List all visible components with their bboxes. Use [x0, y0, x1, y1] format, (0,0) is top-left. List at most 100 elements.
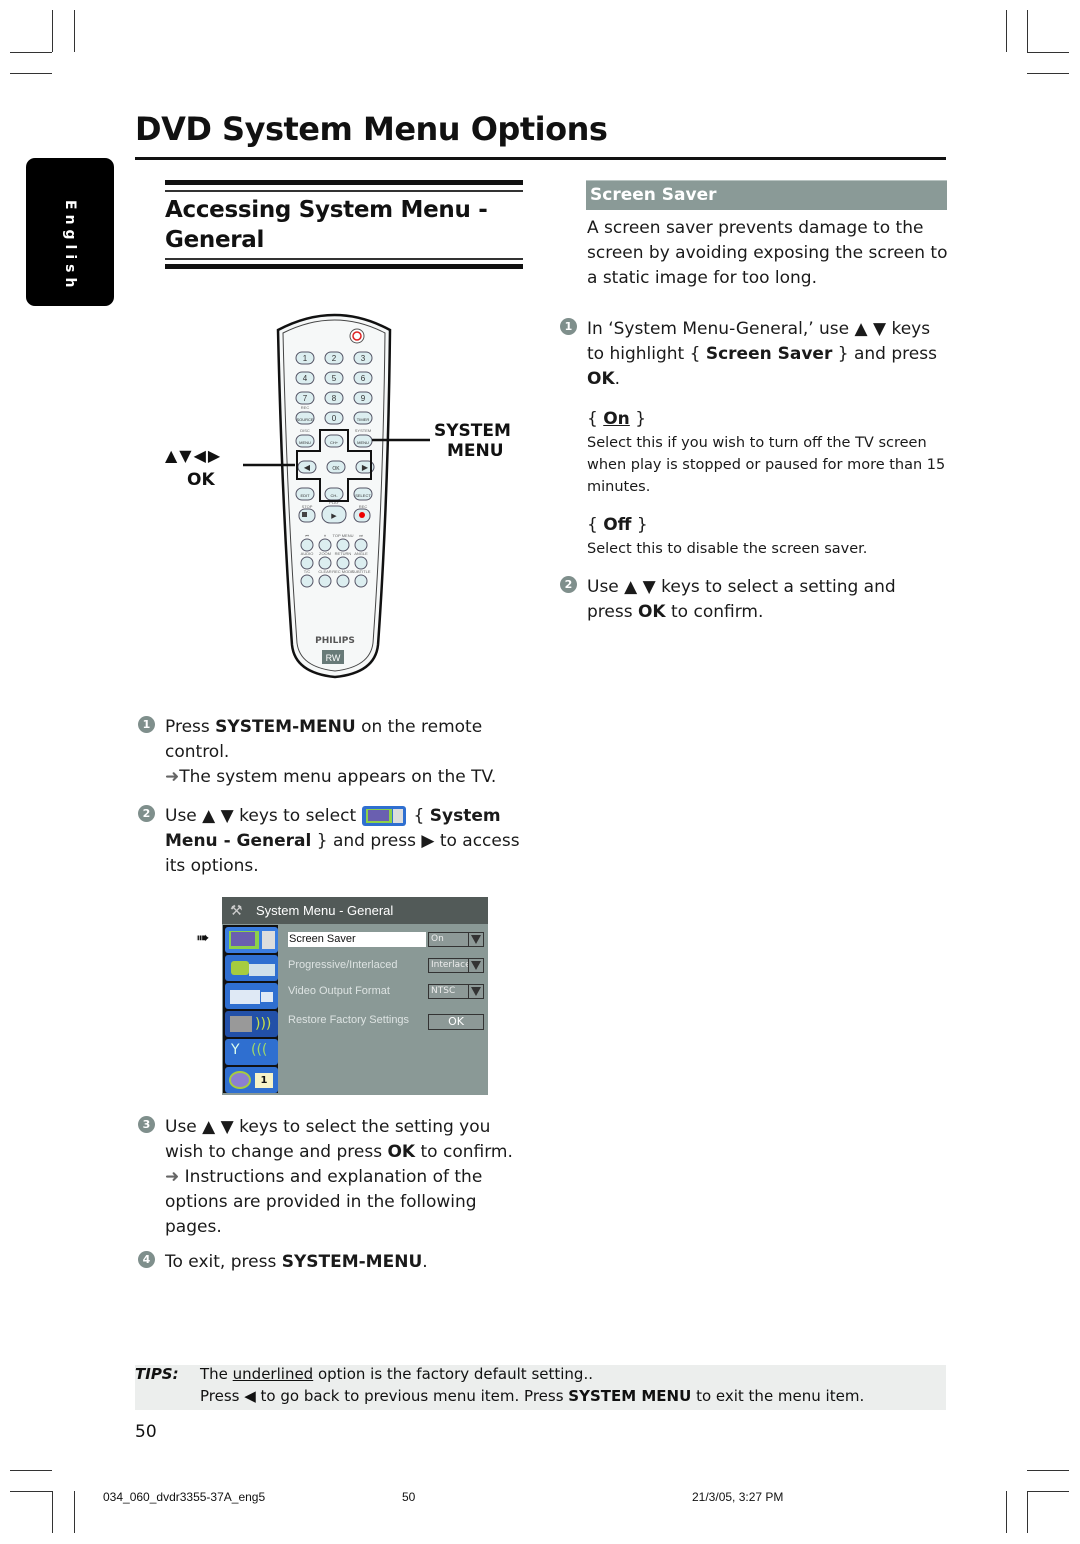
svg-text:STOP: STOP — [302, 504, 313, 509]
svg-text:4: 4 — [303, 374, 308, 383]
heading-rule — [165, 190, 523, 192]
nav-keys-callout: ▲▼◀▶ — [165, 446, 223, 465]
step-result: The system menu appears on the TV. — [179, 767, 497, 787]
osd-title-bar: ⚒ System Menu - General — [222, 897, 488, 924]
svg-text:CH-: CH- — [330, 493, 338, 498]
crop-mark — [10, 1470, 52, 1471]
svg-text:SYSTEM: SYSTEM — [355, 428, 371, 433]
remote-control-illustration: 1 2 3 4 5 6 7 8 9 SOURCE 0 TIMER MENU CH+ MENU ◀ OK… — [150, 305, 530, 685]
text: to confirm. — [415, 1142, 513, 1162]
osd-row-video-output[interactable]: Video Output Format — [288, 985, 390, 997]
ok-callout: OK — [187, 470, 215, 490]
key-name: OK — [387, 1142, 416, 1162]
video-output-select[interactable]: NTSC — [428, 984, 484, 999]
crop-mark — [10, 52, 52, 53]
crop-mark — [10, 1491, 52, 1492]
svg-text:6: 6 — [361, 374, 366, 383]
crop-mark — [10, 73, 52, 74]
option-off-desc: Select this to disable the screen saver. — [587, 541, 868, 557]
step-1-text: Press SYSTEM-MENU on the remote control.… — [165, 715, 525, 790]
step-number: 1 — [138, 716, 155, 733]
tips-label: TIPS: — [135, 1365, 179, 1383]
progressive-select[interactable]: Interlaced — [428, 958, 484, 973]
option-on-label: { On } — [587, 409, 647, 429]
dropdown-arrow-icon — [468, 985, 483, 998]
antenna-icon[interactable]: Y((( — [225, 1039, 278, 1065]
osd-title: System Menu - General — [256, 903, 394, 918]
svg-text:⏮: ⏮ — [305, 533, 309, 538]
svg-text:AUDIO: AUDIO — [301, 551, 314, 556]
dropdown-arrow-icon — [468, 959, 483, 972]
step-number: 2 — [138, 805, 155, 822]
page-title: DVD System Menu Options — [135, 110, 608, 148]
text: . — [422, 1252, 428, 1272]
result-arrow-icon: ➜ — [165, 767, 180, 787]
text: { — [413, 806, 430, 826]
section-title: Screen Saver — [590, 185, 717, 205]
text: Use ▲ ▼ keys to select — [165, 806, 362, 826]
svg-text:ZOOM: ZOOM — [319, 551, 331, 556]
step-4-text: To exit, press SYSTEM-MENU. — [165, 1250, 527, 1275]
step-number: 3 — [138, 1116, 155, 1133]
heading-rule — [165, 264, 523, 269]
heading-rule — [165, 180, 523, 185]
heading-rule — [165, 258, 523, 260]
selection-pointer-icon: ➠ — [196, 928, 210, 947]
right-step-1-text: In ‘System Menu-General,’ use ▲ ▼ keys t… — [587, 319, 937, 389]
step-result: Instructions and explanation of the opti… — [165, 1167, 483, 1237]
system-menu-osd: ⚒ System Menu - General ))) Y((( 1 ➠ Scr… — [196, 897, 488, 1095]
svg-text:TIMER: TIMER — [357, 417, 370, 422]
result-arrow-icon: ➜ — [165, 1167, 185, 1187]
right-step-2-text: Use ▲ ▼ keys to select a setting and pre… — [587, 577, 896, 622]
osd-category-icons: ))) Y((( 1 — [223, 925, 278, 1093]
svg-text:SUBTITLE: SUBTITLE — [351, 569, 370, 574]
restore-ok-button[interactable]: OK — [428, 1014, 484, 1030]
language-label: English — [62, 200, 78, 293]
footer-page: 50 — [402, 1490, 416, 1504]
menu-callout: MENU — [447, 441, 504, 461]
section-heading: Accessing System Menu - General — [165, 197, 488, 253]
crop-mark — [52, 1491, 53, 1533]
screen-saver-select[interactable]: On — [428, 932, 484, 947]
osd-row-label: Restore Factory Settings — [288, 1014, 410, 1026]
screen-saver-intro: A screen saver prevents damage to the sc… — [587, 218, 948, 288]
video-projector-icon[interactable] — [225, 955, 278, 981]
svg-text:T/C: T/C — [304, 569, 311, 574]
svg-text:8: 8 — [332, 394, 337, 403]
step-3-text: Use ▲ ▼ keys to select the setting you w… — [165, 1115, 527, 1240]
svg-text:⏭: ⏭ — [359, 533, 363, 538]
tip-line-1: The underlined option is the factory def… — [200, 1365, 593, 1383]
svg-text:OK: OK — [332, 466, 340, 472]
svg-text:3: 3 — [361, 354, 366, 363]
osd-row-progressive[interactable]: Progressive/Interlaced — [288, 959, 397, 971]
clock-calendar-icon[interactable]: 1 — [225, 1067, 278, 1093]
svg-text:◀: ◀ — [304, 463, 311, 472]
osd-row-restore[interactable]: Restore Factory Settings — [288, 1014, 409, 1026]
screen-saver-section-bar: Screen Saver — [586, 180, 947, 210]
crop-mark — [1027, 1470, 1069, 1471]
svg-text:7: 7 — [303, 394, 308, 403]
tip-line-2: Press ◀ to go back to previous menu item… — [200, 1387, 865, 1405]
svg-text:CLEAR: CLEAR — [318, 569, 331, 574]
osd-row-screen-saver[interactable]: Screen Saver — [288, 932, 426, 947]
text: To exit, press — [165, 1252, 282, 1272]
svg-text:PHILIPS: PHILIPS — [315, 636, 355, 646]
key-name: SYSTEM-MENU — [215, 717, 356, 737]
step-number: 4 — [138, 1251, 155, 1268]
remote-control: 1 2 3 4 5 6 7 8 9 SOURCE 0 TIMER MENU CH+ MENU ◀ OK… — [243, 313, 430, 679]
speaker-icon[interactable]: ))) — [225, 1011, 278, 1037]
crop-mark — [74, 10, 75, 52]
footer-filename: 034_060_dvdr3355-37A_eng5 — [103, 1490, 266, 1504]
page-number: 50 — [135, 1422, 157, 1442]
svg-text:ANGLE: ANGLE — [354, 551, 368, 556]
text: Press — [165, 717, 216, 737]
osd-row-label: Screen Saver — [289, 933, 356, 945]
general-tv-icon[interactable] — [225, 927, 278, 953]
camcorder-icon[interactable] — [225, 983, 278, 1009]
svg-text:MENU: MENU — [299, 440, 311, 445]
crop-mark — [1006, 1491, 1007, 1533]
svg-text:DISC: DISC — [300, 428, 310, 433]
osd-row-label: Progressive/Interlaced — [288, 959, 398, 971]
svg-text:CH+: CH+ — [330, 440, 339, 445]
title-rule — [135, 157, 946, 160]
